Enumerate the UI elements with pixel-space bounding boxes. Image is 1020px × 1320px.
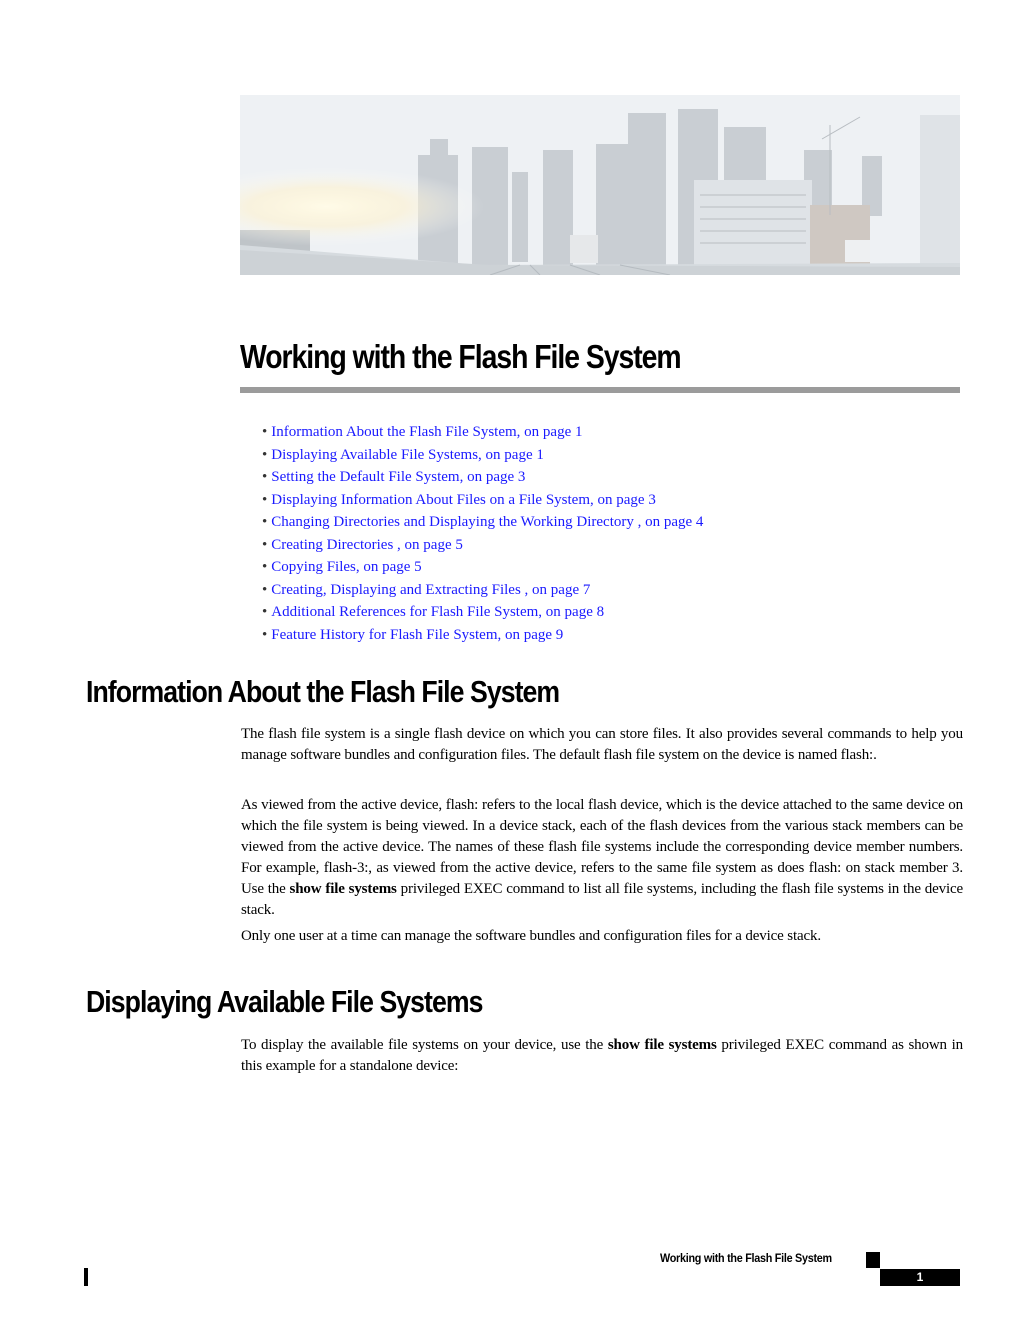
bullet-icon: • (262, 559, 268, 575)
toc-item: • Creating Directories , on page 5 (262, 534, 703, 557)
bullet-icon: • (262, 536, 268, 553)
toc-link[interactable]: Displaying Information About Files on a … (271, 492, 656, 508)
toc-item: • Displaying Information About Files on a… (262, 489, 703, 512)
body-paragraph: As viewed from the active device, flash:… (241, 795, 963, 921)
page-number: 1 (880, 1269, 960, 1286)
bullet-icon: • (262, 469, 268, 485)
bullet-icon: • (262, 514, 268, 530)
bullet-icon: • (262, 424, 268, 440)
toc-link[interactable]: Feature History for Flash File System, o… (271, 627, 563, 643)
toc-item: • Displaying Available File Systems, on p… (262, 444, 703, 467)
toc-link[interactable]: Setting the Default File System, on page… (271, 469, 525, 485)
toc-link[interactable]: Additional References for Flash File Sys… (271, 604, 604, 620)
toc-item: • Copying Files, on page 5 (262, 556, 703, 579)
section-heading: Displaying Available File Systems (86, 984, 483, 1019)
paragraph-text: To display the available file systems on… (241, 1037, 608, 1053)
hero-image (240, 95, 960, 275)
command-name: show file systems (289, 881, 397, 897)
toc-link[interactable]: Information About the Flash File System,… (271, 424, 582, 440)
bullet-icon: • (262, 604, 268, 620)
chapter-title: Working with the Flash File System (240, 338, 682, 375)
toc-item: • Creating, Displaying and Extracting Fil… (262, 579, 703, 602)
bullet-icon: • (262, 581, 268, 598)
bullet-icon: • (262, 491, 268, 508)
body-paragraph: To display the available file systems on… (241, 1035, 963, 1077)
command-name: show file systems (607, 1037, 717, 1053)
change-bar (84, 1268, 88, 1286)
toc-link[interactable]: Displaying Available File Systems, on pa… (271, 447, 544, 463)
bullet-icon: • (262, 626, 268, 643)
toc-item: • Feature History for Flash File System, … (262, 624, 703, 647)
chapter-toc: • Information About the Flash File System… (262, 421, 703, 646)
toc-item: • Setting the Default File System, on pag… (262, 466, 703, 489)
skyline-illustration (240, 95, 960, 275)
toc-link[interactable]: Creating Directories , on page 5 (271, 537, 463, 553)
toc-item: • Information About the Flash File System… (262, 421, 703, 444)
title-rule (240, 387, 960, 393)
toc-item: • Changing Directories and Displaying the… (262, 511, 703, 534)
footer-chapter-title: Working with the Flash File System (660, 1251, 832, 1265)
bullet-icon: • (262, 446, 268, 463)
footer-marker (866, 1252, 880, 1268)
toc-link[interactable]: Copying Files, on page 5 (271, 559, 421, 575)
section-heading: Information About the Flash File System (86, 674, 560, 709)
toc-item: • Additional References for Flash File Sy… (262, 601, 703, 624)
body-paragraph: Only one user at a time can manage the s… (241, 928, 821, 944)
body-paragraph: The flash file system is a single flash … (241, 726, 963, 763)
toc-link[interactable]: Creating, Displaying and Extracting File… (271, 582, 590, 598)
toc-link[interactable]: Changing Directories and Displaying the … (271, 514, 703, 530)
